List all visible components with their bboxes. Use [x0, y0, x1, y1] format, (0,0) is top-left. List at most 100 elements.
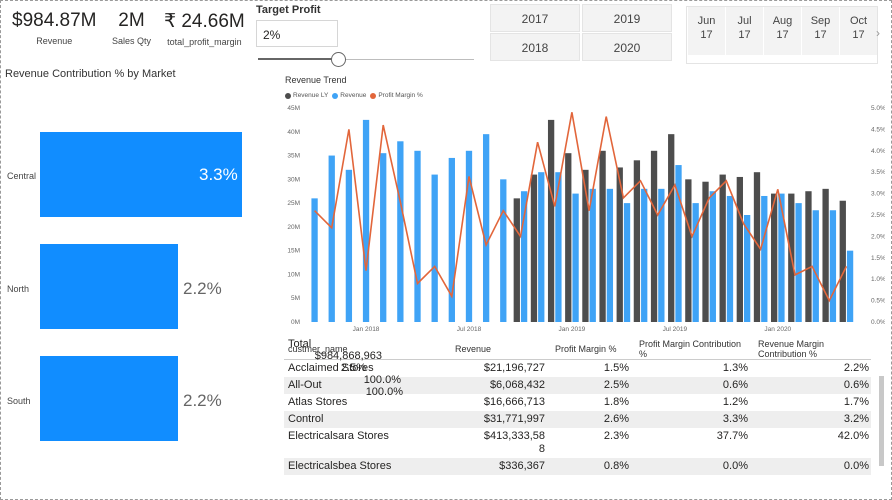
bar-revenue: [778, 193, 785, 322]
y-right-tick-label: 2.5%: [871, 212, 885, 219]
month-label: Aug: [772, 15, 793, 27]
bar-revenue-ly: [650, 150, 658, 322]
bar-revenue-ly: [599, 150, 606, 322]
y-left-tick-label: 10M: [287, 271, 300, 278]
market-bar-north[interactable]: [40, 244, 178, 329]
kpi-sales-qty-value: 2M: [118, 10, 145, 31]
bar-revenue: [623, 203, 631, 322]
kpi-revenue-label: Revenue: [36, 36, 73, 46]
total-label: Total: [288, 338, 312, 350]
target-profit-slider-thumb[interactable]: [331, 52, 346, 67]
year-button-2019[interactable]: 2019: [582, 4, 672, 32]
month-label: Oct: [849, 15, 868, 27]
month-button[interactable]: Oct 17: [840, 7, 877, 55]
bar-revenue: [761, 195, 768, 322]
market-label-north: North: [7, 284, 30, 294]
table-total-row: Total $984,868,963 2.5% 100.0% 100.0%: [284, 338, 871, 398]
bar-revenue: [606, 188, 614, 322]
cell-revenue-margin-contribution: 3.2%: [843, 413, 869, 425]
cell-revenue: $31,771,997: [483, 413, 545, 425]
bar-revenue-ly: [770, 193, 778, 322]
bar-revenue: [726, 195, 734, 322]
legend-label-revenue-ly: Revenue LY: [293, 92, 329, 99]
bar-revenue: [572, 193, 579, 322]
cell-customer: Electricalsbea Stores: [288, 460, 392, 472]
legend-swatch-profit-margin: [370, 92, 377, 99]
month-button[interactable]: Aug 17: [764, 7, 801, 55]
cell-profit-margin: 2.3%: [603, 430, 629, 442]
y-left-tick-label: 35M: [287, 153, 300, 160]
target-profit-title: Target Profit: [256, 4, 321, 16]
revenue-trend-legend: Revenue LY Revenue Profit Margin %: [285, 92, 423, 99]
year-button-2020[interactable]: 2020: [582, 33, 672, 61]
legend-swatch-revenue: [332, 92, 339, 99]
kpi-sales-qty: 2M Sales Qty: [112, 10, 151, 46]
kpi-sales-qty-label: Sales Qty: [112, 36, 152, 46]
y-left-tick-label: 20M: [287, 224, 300, 231]
target-profit-input[interactable]: 2%: [256, 20, 338, 47]
revenue-trend-chart[interactable]: 0M 5M 10M 15M 20M 25M 30M 35M 40M 45M 0.0% 0.5% 1.0%…: [280, 100, 885, 335]
y-left-tick-label: 5M: [291, 295, 300, 302]
cell-revenue-margin-contribution: 0.0%: [843, 460, 869, 472]
market-value-north: 2.2%: [183, 279, 222, 298]
month-button[interactable]: Jul 17: [726, 7, 763, 55]
month-label: Jun: [697, 15, 716, 27]
bar-revenue: [482, 134, 490, 322]
bar-revenue-ly: [736, 176, 743, 322]
x-tick-label: Jul 2019: [663, 326, 688, 333]
month-button[interactable]: Jun 17: [688, 7, 725, 55]
bar-revenue: [345, 169, 353, 322]
year-button-2018[interactable]: 2018: [490, 33, 580, 61]
bar-revenue: [641, 188, 648, 322]
cell-revenue-margin-contribution: 42.0%: [837, 430, 869, 442]
bar-revenue: [328, 155, 335, 322]
market-bar-south[interactable]: [40, 356, 178, 441]
bar-revenue-ly: [719, 174, 726, 322]
month-label: Jul: [737, 15, 752, 27]
cell-profit-margin-contribution: 3.3%: [722, 413, 748, 425]
y-left-tick-label: 15M: [287, 248, 300, 255]
bar-revenue: [362, 119, 370, 322]
cell-revenue: $413,333,58 8: [483, 430, 545, 455]
table-row[interactable]: Control $31,771,997 2.6% 3.3% 3.2%: [284, 411, 871, 428]
table-row[interactable]: Electricalsara Stores $413,333,58 8 2.3%…: [284, 428, 871, 458]
market-label-south: South: [7, 396, 31, 406]
y-right-tick-label: 1.5%: [871, 255, 885, 262]
bar-revenue: [520, 191, 528, 322]
x-tick-label: Jul 2018: [457, 326, 482, 333]
year-button-2017[interactable]: 2017: [490, 4, 580, 32]
bar-revenue-ly: [513, 198, 520, 322]
bar-revenue-ly: [822, 188, 829, 322]
bar-revenue: [311, 198, 318, 322]
revenue-trend-title: Revenue Trend: [285, 75, 347, 85]
bar-revenue: [589, 188, 596, 322]
month-button[interactable]: Sep 17: [802, 7, 839, 55]
y-right-tick-label: 3.5%: [871, 169, 885, 176]
table-row[interactable]: Electricalsbea Stores $336,367 0.8% 0.0%…: [284, 458, 871, 475]
table-scrollbar[interactable]: [878, 356, 885, 482]
bar-revenue: [414, 150, 421, 322]
legend-label-profit-margin: Profit Margin %: [378, 92, 423, 99]
total-revenue-margin-contribution: 100.0%: [365, 386, 403, 398]
bar-revenue: [431, 174, 438, 322]
bar-revenue: [795, 203, 802, 322]
table-scrollbar-thumb[interactable]: [879, 376, 884, 466]
kpi-revenue-value: $984.87M: [12, 10, 97, 31]
revenue-contribution-title: Revenue Contribution % by Market: [5, 68, 176, 80]
market-value-central: 3.3%: [199, 165, 238, 184]
chevron-right-icon[interactable]: ›: [876, 26, 880, 40]
y-right-tick-label: 4.5%: [871, 126, 885, 133]
month-year-label: 17: [814, 29, 827, 41]
cell-customer: Electricalsara Stores: [288, 430, 389, 442]
x-tick-label: Jan 2020: [764, 326, 791, 333]
market-label-central: Central: [7, 171, 37, 181]
y-right-tick-label: 3.0%: [871, 191, 885, 198]
bar-revenue-ly: [547, 119, 555, 322]
y-right-tick-label: 0.0%: [871, 319, 885, 326]
bar-revenue: [709, 191, 716, 322]
cell-revenue: $336,367: [499, 460, 545, 472]
month-year-label: 17: [738, 29, 751, 41]
y-left-tick-label: 0M: [291, 319, 300, 326]
bar-revenue-ly: [805, 191, 812, 322]
bar-revenue: [846, 250, 854, 322]
